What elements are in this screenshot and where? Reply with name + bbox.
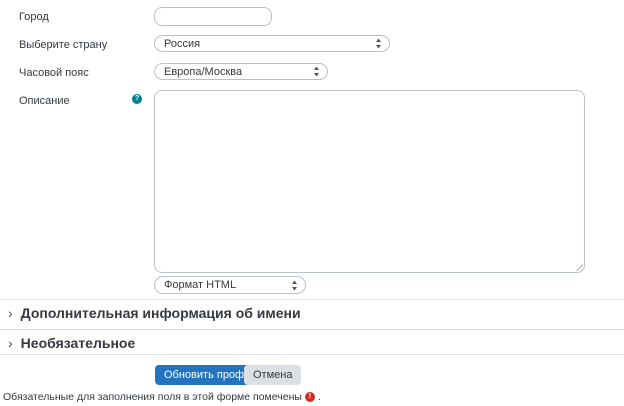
timezone-select[interactable]: Европа/Москва [154, 63, 328, 80]
description-textarea[interactable] [154, 90, 585, 273]
country-label: Выберите страну [19, 39, 107, 51]
city-label: Город [19, 11, 49, 23]
chevron-right-icon: › [8, 306, 13, 320]
section-divider [0, 299, 624, 300]
help-icon[interactable]: ? [132, 94, 142, 104]
select-stepper-icon [291, 280, 298, 291]
section-title: Необязательное [21, 335, 136, 351]
chevron-right-icon: › [8, 336, 13, 350]
section-divider [0, 354, 624, 355]
section-divider [0, 329, 624, 330]
format-select[interactable]: Формат HTML [154, 276, 306, 294]
description-textarea-wrap [154, 90, 585, 273]
required-icon: ! [305, 392, 315, 402]
format-select-value: Формат HTML [164, 279, 236, 291]
section-title: Дополнительная информация об имени [21, 305, 301, 321]
timezone-label: Часовой пояс [19, 67, 89, 79]
cancel-button[interactable]: Отмена [244, 365, 301, 385]
timezone-select-value: Европа/Москва [164, 66, 242, 78]
required-fields-note: Обязательные для заполнения поля в этой … [3, 391, 321, 403]
required-fields-suffix: . [318, 391, 321, 403]
country-select[interactable]: Россия [154, 35, 390, 52]
country-select-value: Россия [164, 38, 200, 50]
select-stepper-icon [375, 38, 382, 49]
profile-edit-form: Город Выберите страну Россия Часовой поя… [0, 0, 624, 406]
city-input[interactable] [154, 7, 272, 26]
select-stepper-icon [313, 66, 320, 77]
required-fields-text: Обязательные для заполнения поля в этой … [3, 391, 302, 403]
description-label: Описание [19, 95, 70, 107]
section-optional[interactable]: › Необязательное [8, 333, 135, 353]
section-additional-names[interactable]: › Дополнительная информация об имени [8, 303, 301, 323]
